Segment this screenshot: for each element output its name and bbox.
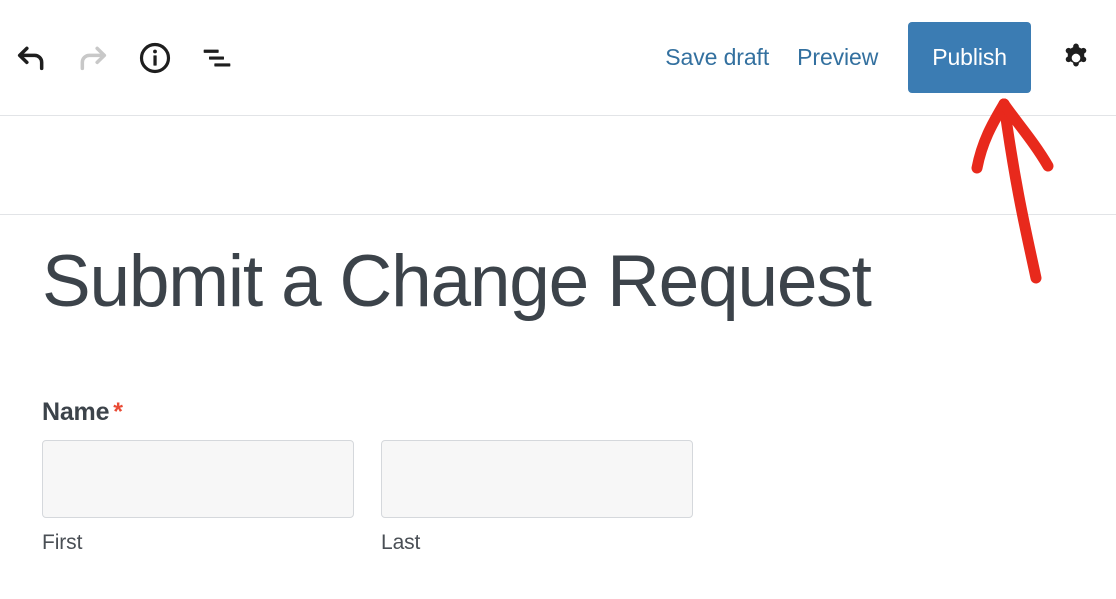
details-button[interactable] [124, 0, 186, 115]
list-view-button[interactable] [186, 0, 248, 115]
first-name-group: First [42, 440, 354, 555]
save-draft-button[interactable]: Save draft [651, 34, 783, 81]
last-name-group: Last [381, 440, 693, 555]
first-name-input[interactable] [42, 440, 354, 518]
notice-band [0, 116, 1116, 215]
publish-button[interactable]: Publish [908, 22, 1031, 93]
first-name-sublabel: First [42, 531, 83, 554]
redo-button[interactable] [62, 0, 124, 115]
gear-icon [1065, 43, 1087, 66]
toolbar-left-tools [0, 0, 248, 115]
editor-toolbar: Save draft Preview Publish [0, 0, 1116, 116]
required-asterisk: * [113, 398, 123, 426]
settings-button[interactable] [1045, 0, 1107, 115]
name-label-text: Name [42, 398, 110, 426]
form-block: Name * First Last [42, 398, 742, 555]
last-name-sublabel: Last [381, 531, 421, 554]
name-field-label: Name * [42, 398, 742, 427]
editor-page: Save draft Preview Publish Submit a Chan… [0, 0, 1116, 599]
list-view-icon [203, 49, 231, 66]
undo-button[interactable] [0, 0, 62, 115]
name-inputs-row: First Last [42, 440, 742, 555]
toolbar-right-actions: Save draft Preview Publish [651, 0, 1116, 115]
info-icon [139, 42, 171, 73]
post-title[interactable]: Submit a Change Request [42, 240, 872, 324]
editor-canvas: Submit a Change Request Name * First Last [0, 216, 1116, 599]
preview-button[interactable]: Preview [783, 34, 892, 81]
redo-icon [80, 46, 107, 70]
undo-icon [17, 46, 44, 70]
last-name-input[interactable] [381, 440, 693, 518]
